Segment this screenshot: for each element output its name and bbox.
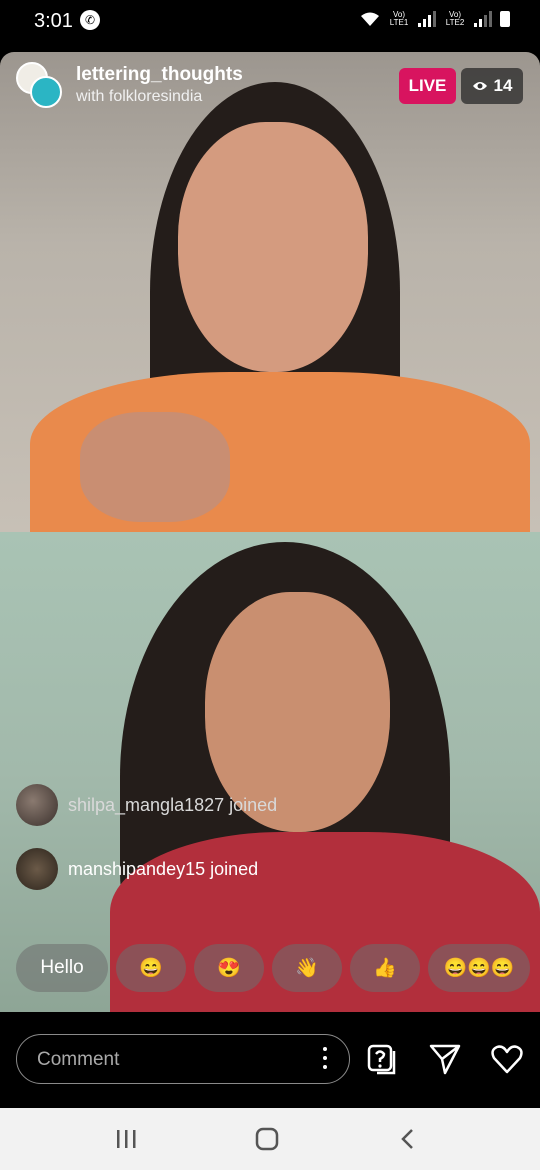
status-time: 3:01 bbox=[34, 10, 73, 32]
eye-icon bbox=[472, 82, 487, 90]
quick-reply-heart-eyes[interactable]: 😍 bbox=[194, 944, 264, 992]
host-face bbox=[178, 122, 368, 372]
navigation-bar bbox=[0, 1108, 540, 1170]
guest-subtitle[interactable]: with folkloresindia bbox=[76, 88, 202, 106]
join-text: shilpa_mangla1827 joined bbox=[68, 794, 278, 815]
comment-bar: Comment bbox=[0, 1012, 540, 1108]
avatar[interactable] bbox=[16, 784, 58, 826]
quick-reply-hello[interactable]: Hello bbox=[16, 944, 108, 992]
quick-reply-wave[interactable]: 👋 bbox=[272, 944, 342, 992]
avatar[interactable] bbox=[16, 848, 58, 890]
viewer-count-badge[interactable]: 14 bbox=[461, 68, 523, 104]
comment-input[interactable]: Comment bbox=[16, 1034, 350, 1084]
status-bar: 3:01 ✆ Vo) LTE1 Vo) LTE2 bbox=[0, 0, 540, 44]
guest-video bbox=[0, 532, 540, 1012]
quick-replies: Hello 😄 😍 👋 👍 😄😄😄 bbox=[16, 944, 530, 992]
back-icon[interactable] bbox=[394, 1126, 424, 1152]
sim2-label: Vo) LTE2 bbox=[445, 10, 465, 27]
status-icons: Vo) LTE1 Vo) LTE2 bbox=[360, 11, 510, 27]
host-username[interactable]: lettering_thoughts bbox=[76, 64, 243, 86]
quick-reply-grin[interactable]: 😄 bbox=[116, 944, 186, 992]
host-video bbox=[0, 52, 540, 552]
recent-apps-icon[interactable] bbox=[112, 1126, 142, 1152]
join-notification: manshipandey15 joined bbox=[16, 848, 258, 890]
guest-avatar-secondary bbox=[30, 76, 62, 108]
battery-icon bbox=[500, 11, 510, 27]
join-text: manshipandey15 joined bbox=[68, 858, 259, 879]
signal-icon-sim2 bbox=[474, 11, 492, 27]
send-icon[interactable] bbox=[428, 1042, 462, 1076]
host-hand bbox=[80, 412, 230, 522]
quick-reply-thumbs-up[interactable]: 👍 bbox=[350, 944, 420, 992]
wifi-icon bbox=[360, 11, 380, 27]
heart-icon[interactable] bbox=[490, 1042, 524, 1076]
signal-icon-sim1 bbox=[418, 11, 436, 27]
phone-call-icon: ✆ bbox=[80, 10, 100, 30]
more-options-icon[interactable] bbox=[323, 1047, 327, 1069]
comment-placeholder: Comment bbox=[37, 1049, 120, 1070]
quick-reply-triple-grin[interactable]: 😄😄😄 bbox=[428, 944, 530, 992]
viewer-count: 14 bbox=[493, 76, 513, 95]
home-icon[interactable] bbox=[252, 1126, 282, 1152]
sim1-label: Vo) LTE1 bbox=[389, 10, 409, 27]
question-icon[interactable] bbox=[366, 1042, 400, 1076]
live-badge: LIVE bbox=[399, 68, 456, 104]
host-avatar[interactable] bbox=[16, 62, 62, 108]
join-notification: shilpa_mangla1827 joined bbox=[16, 784, 277, 826]
